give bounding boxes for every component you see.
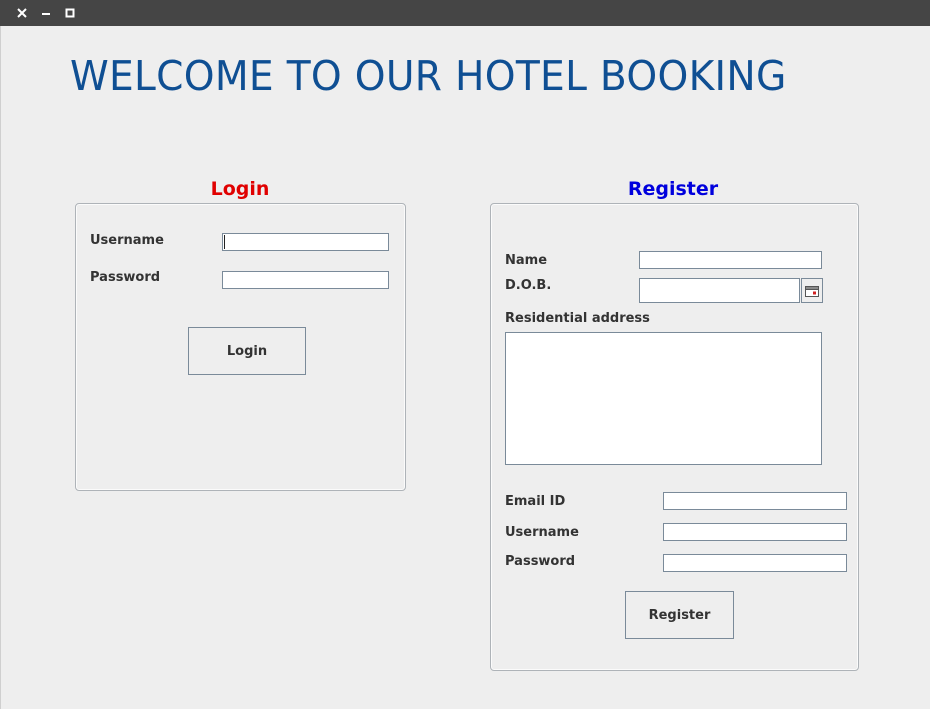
minimize-icon[interactable]: [39, 5, 53, 19]
login-username-input[interactable]: [222, 233, 389, 251]
register-email-label: Email ID: [505, 494, 566, 509]
register-address-textarea[interactable]: [505, 332, 822, 465]
page-title: WELCOME TO OUR HOTEL BOOKING: [70, 52, 787, 100]
login-username-label: Username: [90, 233, 164, 248]
register-dob-input[interactable]: [639, 278, 800, 303]
register-password-input[interactable]: [663, 554, 847, 572]
login-button[interactable]: Login: [188, 327, 306, 375]
register-address-label: Residential address: [505, 311, 650, 326]
register-password-label: Password: [505, 554, 576, 569]
login-password-input[interactable]: [222, 271, 389, 289]
register-dob-label: D.O.B.: [505, 278, 552, 293]
close-icon[interactable]: [15, 5, 29, 19]
date-picker-button[interactable]: [801, 278, 823, 303]
login-username-wrapper: [222, 233, 389, 251]
register-name-input[interactable]: [639, 251, 822, 269]
register-username-label: Username: [505, 525, 579, 540]
register-email-input[interactable]: [663, 492, 847, 510]
window-border: [0, 26, 1, 709]
register-username-input[interactable]: [663, 523, 847, 541]
register-section-title: Register: [627, 178, 719, 200]
register-button[interactable]: Register: [625, 591, 734, 639]
login-section-title: Login: [210, 178, 270, 200]
window-titlebar: [0, 0, 930, 26]
login-password-label: Password: [90, 270, 161, 285]
maximize-icon[interactable]: [63, 5, 77, 19]
text-caret: [224, 235, 225, 249]
calendar-icon: [805, 285, 819, 297]
register-name-label: Name: [505, 253, 548, 268]
